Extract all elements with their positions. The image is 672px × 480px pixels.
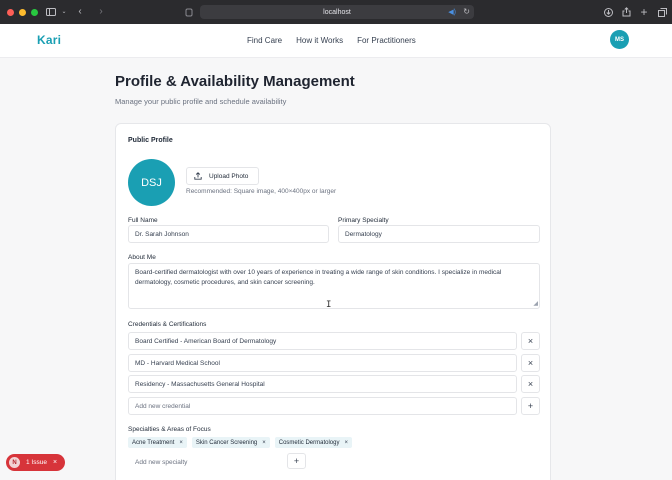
about-me-label: About Me	[128, 254, 156, 261]
main-nav: Find Care How it Works For Practitioners	[247, 36, 416, 45]
issues-logo: N	[9, 457, 20, 468]
specialty-label: Primary Specialty	[338, 217, 389, 224]
remove-credential-button[interactable]: ×	[521, 354, 540, 372]
resize-handle-icon[interactable]: ◢	[533, 301, 538, 307]
close-icon[interactable]: ×	[53, 459, 57, 466]
primary-specialty-input[interactable]: Dermatology	[338, 225, 540, 243]
about-me-textarea[interactable]: Board-certified dermatologist with over …	[128, 263, 540, 309]
sidebar-toggle-icon[interactable]	[45, 6, 57, 18]
specialty-tag-label: Cosmetic Dermatology	[278, 439, 340, 446]
credential-item[interactable]: MD - Harvard Medical School	[128, 354, 517, 372]
issues-count: 1 Issue	[26, 459, 47, 466]
plus-icon: +	[527, 401, 534, 411]
specialty-tag-label: Acne Treatment	[132, 439, 175, 446]
remove-tag-icon[interactable]: ×	[344, 440, 348, 446]
public-profile-card: Public Profile DSJ Upload Photo Recommen…	[115, 123, 551, 480]
about-me-text: Board-certified dermatologist with over …	[135, 269, 502, 286]
nav-for-practitioners[interactable]: For Practitioners	[357, 36, 416, 45]
credential-item[interactable]: Board Certified - American Board of Derm…	[128, 332, 517, 350]
specialty-tag: Skin Cancer Screening ×	[191, 437, 270, 448]
text-cursor-icon: I	[326, 300, 332, 310]
forward-button[interactable]: ›	[95, 6, 107, 18]
credentials-label: Credentials & Certifications	[128, 321, 207, 328]
upload-hint: Recommended: Square image, 400×400px or …	[186, 188, 337, 195]
full-name-label: Full Name	[128, 217, 158, 224]
specialty-tag-label: Skin Cancer Screening	[195, 439, 258, 446]
share-icon[interactable]	[620, 6, 632, 18]
plus-icon: +	[293, 456, 300, 466]
issues-badge[interactable]: N 1 Issue ×	[6, 454, 65, 471]
audio-icon[interactable]: ◀)	[448, 8, 456, 16]
remove-tag-icon[interactable]: ×	[179, 440, 183, 446]
page-title: Profile & Availability Management	[115, 73, 355, 90]
upload-icon	[194, 172, 202, 180]
logo[interactable]: Kari	[37, 33, 61, 47]
specialty-tags: Acne Treatment × Skin Cancer Screening ×…	[128, 437, 352, 448]
add-specialty-button[interactable]: +	[287, 453, 306, 469]
back-button[interactable]: ‹	[74, 6, 86, 18]
user-avatar[interactable]: MS	[610, 30, 629, 49]
add-credential-button[interactable]: +	[521, 397, 540, 415]
credential-item[interactable]: Residency - Massachusetts General Hospit…	[128, 375, 517, 393]
full-name-input[interactable]: Dr. Sarah Johnson	[128, 225, 329, 243]
section-title-public-profile: Public Profile	[128, 137, 173, 144]
url-text: localhost	[323, 8, 351, 16]
minimize-window-button[interactable]	[19, 8, 26, 16]
page-subtitle: Manage your public profile and schedule …	[115, 97, 287, 106]
specialties-label: Specialties & Areas of Focus	[128, 426, 211, 433]
window-controls	[7, 8, 38, 16]
remove-credential-button[interactable]: ×	[521, 375, 540, 393]
specialty-tag: Cosmetic Dermatology ×	[274, 437, 352, 448]
remove-credential-button[interactable]: ×	[521, 332, 540, 350]
upload-photo-label: Upload Photo	[209, 172, 249, 180]
close-icon: ×	[527, 336, 534, 346]
nav-find-care[interactable]: Find Care	[247, 36, 282, 45]
remove-tag-icon[interactable]: ×	[262, 440, 266, 446]
profile-avatar: DSJ	[128, 159, 175, 206]
new-credential-input[interactable]: Add new credential	[128, 397, 517, 415]
new-specialty-input[interactable]: Add new specialty	[128, 453, 283, 471]
app-header: Kari Find Care How it Works For Practiti…	[0, 24, 672, 58]
nav-how-it-works[interactable]: How it Works	[296, 36, 343, 45]
chevron-down-icon[interactable]: ⌄	[58, 6, 70, 18]
new-tab-icon[interactable]: +	[638, 6, 650, 18]
tab-overview-icon[interactable]	[656, 6, 668, 18]
address-bar[interactable]: localhost ◀) ↻	[200, 5, 474, 19]
privacy-shield-icon[interactable]	[183, 6, 195, 18]
close-icon: ×	[527, 358, 534, 368]
upload-photo-button[interactable]: Upload Photo	[186, 167, 259, 185]
browser-toolbar: ⌄ ‹ › localhost ◀) ↻ +	[0, 0, 672, 24]
download-icon[interactable]	[602, 6, 614, 18]
close-window-button[interactable]	[7, 8, 14, 16]
zoom-window-button[interactable]	[31, 8, 38, 16]
close-icon: ×	[527, 379, 534, 389]
reload-icon[interactable]: ↻	[463, 7, 470, 16]
specialty-tag: Acne Treatment ×	[128, 437, 187, 448]
